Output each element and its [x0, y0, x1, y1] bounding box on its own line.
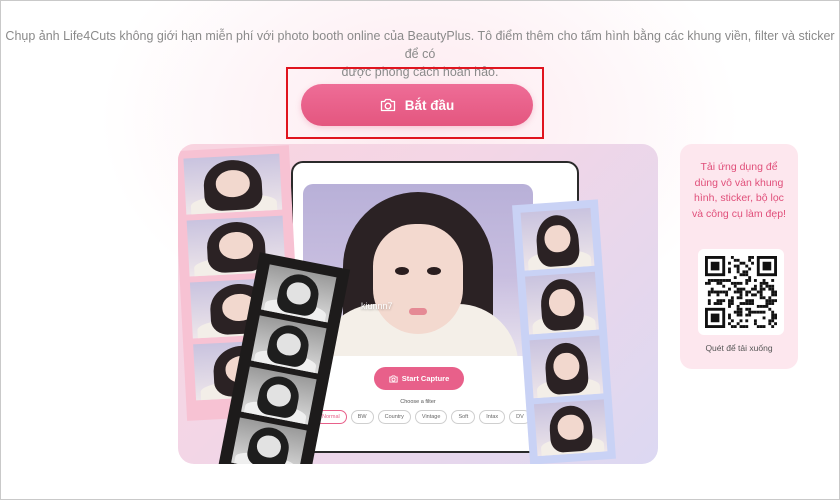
- preview-username: kiunnn7: [361, 301, 393, 311]
- start-button-label: Bắt đầu: [404, 97, 455, 113]
- camera-icon: [380, 98, 395, 112]
- download-qr-code[interactable]: [698, 249, 784, 335]
- start-capture-label: Start Capture: [401, 374, 450, 383]
- filter-chip-bw[interactable]: BW: [350, 410, 374, 424]
- scan-to-download-label: Quét để tải xuống: [705, 343, 773, 353]
- photo-strip-blue: [512, 199, 616, 464]
- filter-chip-vintage[interactable]: Vintage: [414, 410, 448, 424]
- filter-chip-intax[interactable]: Intax: [479, 410, 506, 424]
- start-capture-button[interactable]: Start Capture: [374, 367, 464, 390]
- photobooth-showcase: kiunnn7 Start Capture Choose a filter No…: [178, 144, 658, 464]
- camera-icon: [389, 374, 398, 383]
- app-download-panel: Tải ứng dụng để dùng vô vàn khung hình, …: [680, 144, 798, 369]
- intro-line-1: Chụp ảnh Life4Cuts không giới hạn miễn p…: [5, 29, 835, 61]
- filter-chip-country[interactable]: Country: [377, 410, 411, 424]
- start-button[interactable]: Bắt đầu: [301, 84, 533, 126]
- choose-filter-label: Choose a filter: [400, 399, 436, 405]
- qr-code-icon: [705, 256, 777, 328]
- filter-chip-soft[interactable]: Soft: [451, 410, 476, 424]
- filter-options: Normal BW Country Vintage Soft Intax DV: [315, 410, 531, 424]
- app-promo-text: Tải ứng dụng để dùng vô vàn khung hình, …: [692, 161, 786, 220]
